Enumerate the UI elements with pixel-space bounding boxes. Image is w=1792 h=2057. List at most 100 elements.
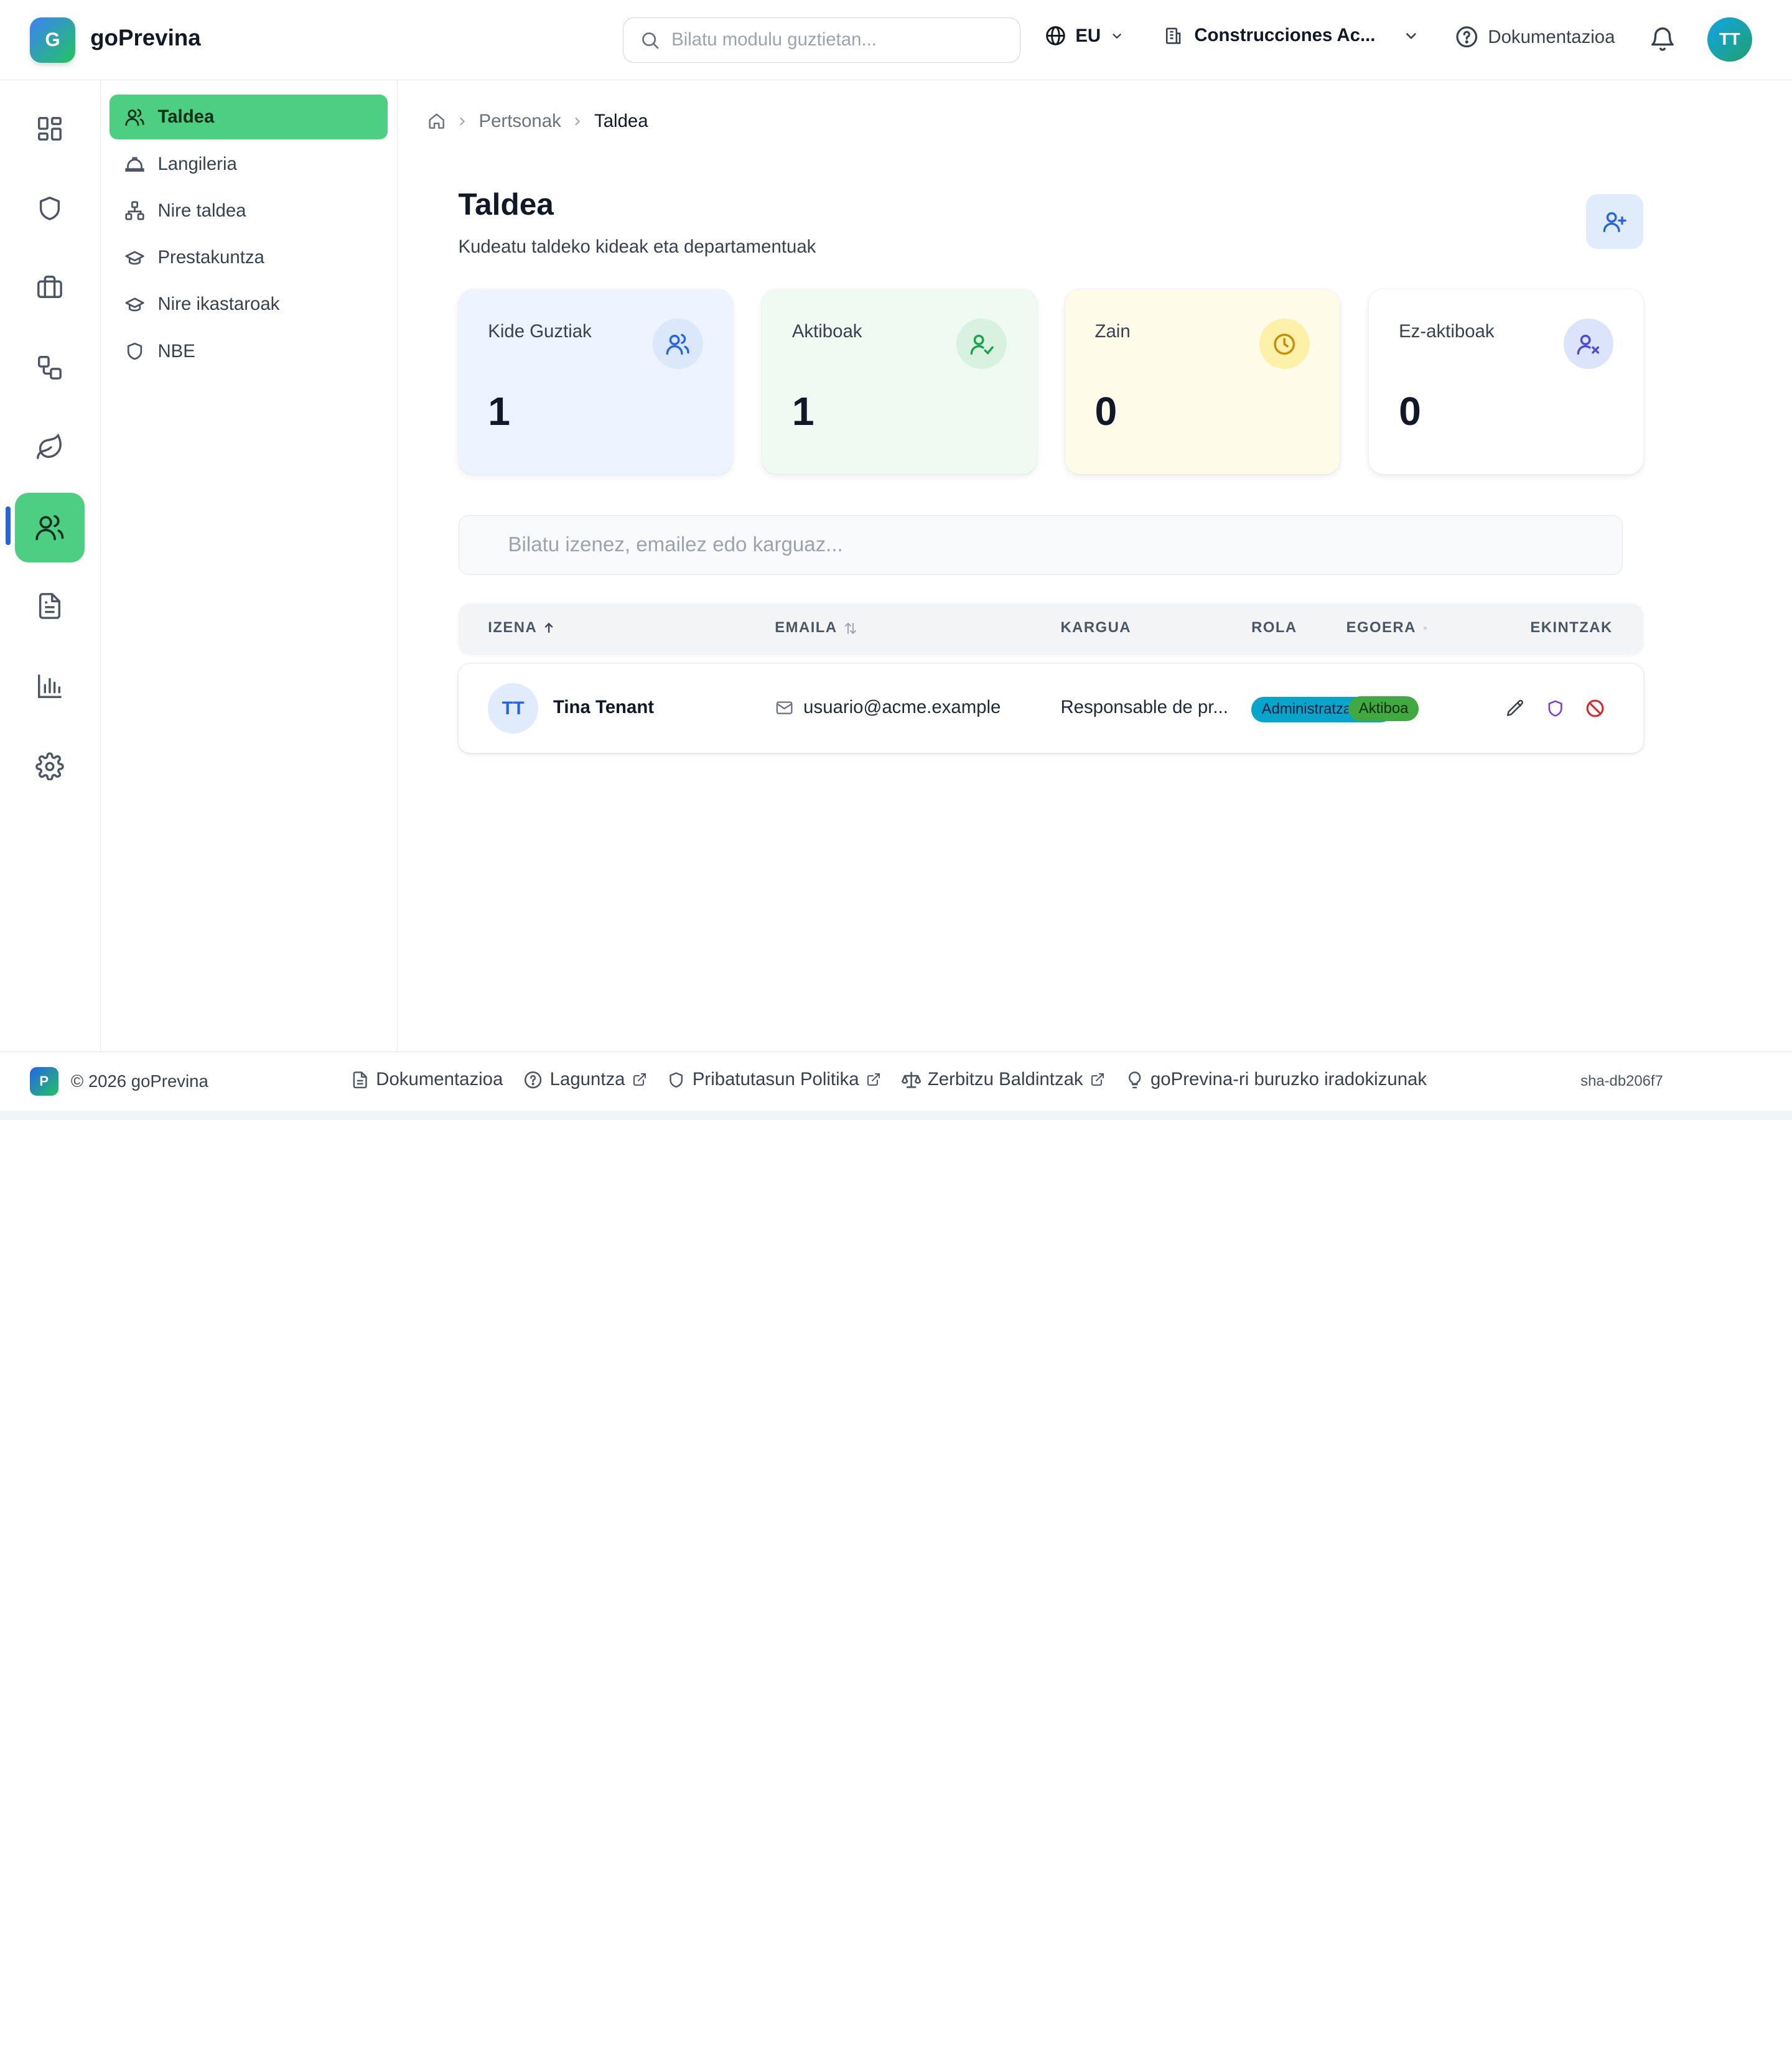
status-badge: Aktiboa: [1348, 696, 1419, 721]
footer-link-label: Zerbitzu Baldintzak: [927, 1069, 1083, 1090]
sort-icon: [843, 621, 858, 636]
stat-label: Aktiboak: [791, 321, 862, 342]
stat-label: Zain: [1094, 321, 1131, 342]
user-x-icon: [1563, 319, 1614, 370]
submenu-item-langileria[interactable]: Langileria: [110, 142, 387, 187]
footer-link-label: Dokumentazioa: [376, 1069, 503, 1090]
footer-link-label: goPrevina-ri buruzko iradokizunak: [1150, 1069, 1427, 1090]
pencil-icon: [1505, 698, 1526, 719]
shield-icon: [124, 341, 145, 361]
search-icon: [640, 30, 660, 50]
column-header-name[interactable]: IZENA: [488, 619, 555, 637]
rail-item-business[interactable]: [15, 253, 85, 322]
bell-icon: [1648, 25, 1677, 54]
breadcrumb-current: Taldea: [594, 111, 648, 132]
column-header-role: ROLA: [1251, 619, 1297, 637]
footer-link-privacy[interactable]: Pribatutasun Politika: [667, 1069, 880, 1090]
column-header-status[interactable]: EGOERA: [1346, 619, 1429, 637]
app-name[interactable]: goPrevina: [90, 25, 201, 51]
global-search[interactable]: [623, 17, 1021, 63]
briefcase-icon: [35, 273, 64, 302]
user-plus-icon: [1602, 209, 1627, 234]
rail-item-reports[interactable]: [15, 651, 85, 721]
rail-item-safety[interactable]: [15, 174, 85, 243]
ban-icon: [1585, 698, 1605, 719]
footer-link-label: Laguntza: [549, 1069, 625, 1090]
deactivate-button[interactable]: [1583, 696, 1608, 721]
home-icon[interactable]: [427, 112, 446, 130]
rail-item-processes[interactable]: [15, 332, 85, 402]
users-icon: [34, 512, 65, 543]
footer: P © 2026 goPrevina Dokumentazioa Laguntz…: [0, 1051, 1792, 1111]
submenu-label: Langileria: [157, 153, 237, 174]
submenu-label: NBE: [157, 340, 195, 361]
rail-item-environment[interactable]: [15, 413, 85, 482]
lightbulb-icon: [1126, 1071, 1144, 1089]
users-icon: [124, 107, 145, 128]
chevron-down-icon: [1403, 28, 1419, 44]
member-position: Responsable de pr...: [1060, 697, 1228, 718]
stat-value: 1: [791, 389, 814, 434]
rail-item-dashboard[interactable]: [15, 94, 85, 164]
company-selector[interactable]: Construcciones Ac...: [1164, 25, 1419, 46]
column-label: EKINTZAK: [1530, 619, 1613, 637]
submenu-item-nbe[interactable]: NBE: [110, 329, 387, 374]
language-label: EU: [1075, 25, 1101, 46]
notifications-button[interactable]: [1648, 25, 1677, 54]
submenu-item-prestakuntza[interactable]: Prestakuntza: [110, 235, 387, 280]
graduation-cap-icon: [124, 248, 145, 268]
footer-link-terms[interactable]: Zerbitzu Baldintzak: [901, 1069, 1105, 1090]
column-label: EMAILA: [775, 619, 838, 637]
member-search[interactable]: [458, 515, 1623, 575]
add-member-button[interactable]: [1586, 194, 1644, 250]
user-avatar[interactable]: TT: [1707, 17, 1752, 62]
submenu-item-nire-taldea[interactable]: Nire taldea: [110, 189, 387, 233]
footer-link-label: Pribatutasun Politika: [692, 1069, 859, 1090]
table-row[interactable]: TT Tina Tenant usuario@acme.example Resp…: [458, 664, 1644, 753]
scale-icon: [901, 1070, 921, 1089]
breadcrumb-parent[interactable]: Pertsonak: [479, 111, 561, 132]
submenu-item-nire-ikastaroak[interactable]: Nire ikastaroak: [110, 282, 387, 327]
column-header-actions: EKINTZAK: [1530, 619, 1612, 637]
footer-link-documentation[interactable]: Dokumentazioa: [351, 1069, 503, 1090]
rail-item-settings[interactable]: [15, 731, 85, 801]
submenu-item-taldea[interactable]: Taldea: [110, 95, 388, 140]
stat-card-all-members: Kide Guztiak 1: [458, 289, 733, 475]
column-header-email[interactable]: EMAILA: [775, 619, 857, 637]
org-chart-icon: [124, 200, 145, 221]
chevron-right-icon: [456, 115, 469, 128]
workflow-icon: [35, 353, 64, 382]
leaf-icon: [35, 433, 64, 462]
stat-card-active: Aktiboak 1: [762, 289, 1037, 475]
member-search-input[interactable]: [508, 533, 1594, 557]
footer-link-suggestions[interactable]: goPrevina-ri buruzko iradokizunak: [1126, 1069, 1427, 1090]
rail-item-people[interactable]: [14, 492, 85, 562]
footer-link-help[interactable]: Laguntza: [523, 1069, 646, 1090]
global-search-input[interactable]: [671, 29, 1003, 51]
module-rail: [0, 80, 101, 1052]
arrow-up-icon: [543, 622, 555, 634]
company-name: Construcciones Ac...: [1194, 25, 1376, 46]
column-label: ROLA: [1251, 619, 1297, 637]
documentation-link[interactable]: Dokumentazioa: [1455, 25, 1615, 49]
rail-item-documents[interactable]: [15, 571, 85, 641]
main-content: Pertsonak Taldea Taldea Kudeatu taldeko …: [399, 80, 1792, 1052]
app-root: G goPrevina EU Construcciones Ac...: [0, 0, 1792, 1120]
stat-card-pending: Zain 0: [1065, 289, 1340, 475]
page-subtitle: Kudeatu taldeko kideak eta departamentua…: [458, 236, 816, 258]
column-header-position: KARGUA: [1060, 619, 1131, 637]
stat-label: Ez-aktiboak: [1399, 321, 1495, 342]
member-email: usuario@acme.example: [775, 697, 1001, 718]
submenu-label: Prestakuntza: [157, 247, 264, 268]
edit-button[interactable]: [1503, 696, 1528, 721]
document-icon: [351, 1071, 369, 1089]
permissions-button[interactable]: [1543, 696, 1568, 721]
documentation-label: Dokumentazioa: [1488, 26, 1615, 47]
language-selector[interactable]: EU: [1045, 25, 1124, 47]
app-logo[interactable]: G: [29, 17, 76, 63]
build-version: sha-db206f7: [1580, 1072, 1663, 1089]
dashboard-icon: [35, 114, 64, 143]
shield-icon: [667, 1071, 685, 1089]
chevron-right-icon: [571, 115, 584, 128]
member-name[interactable]: Tina Tenant: [553, 697, 654, 718]
